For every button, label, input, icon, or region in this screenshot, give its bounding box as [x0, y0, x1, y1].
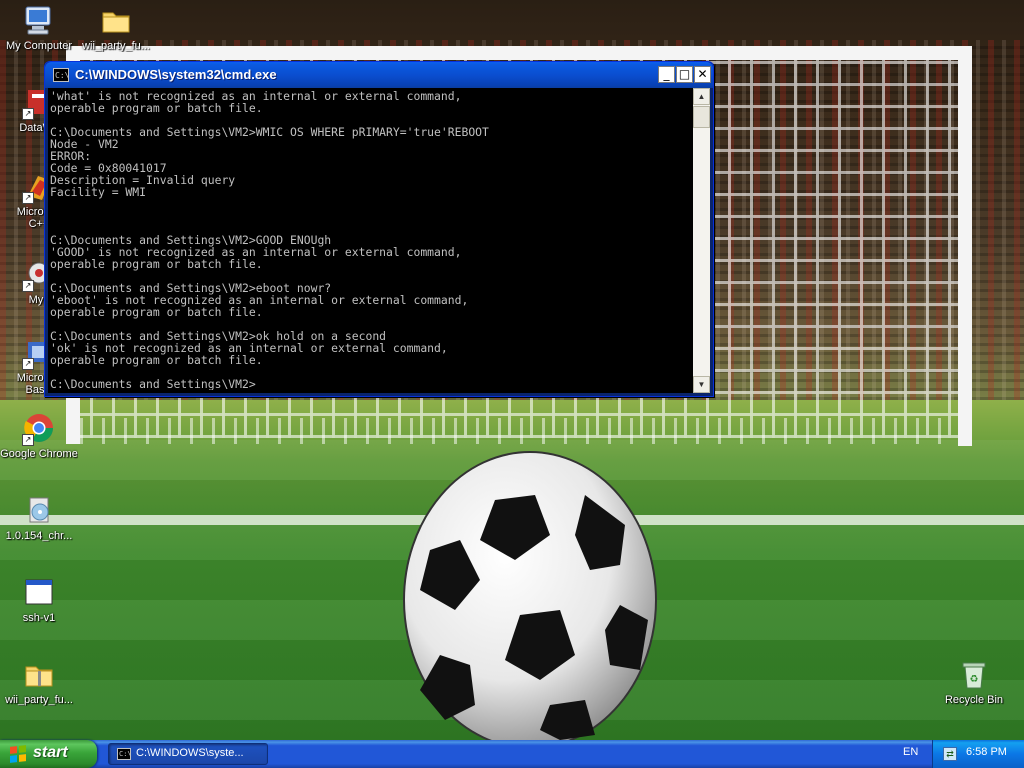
scroll-down-arrow-icon[interactable]: ▼	[693, 376, 710, 393]
installer-icon	[22, 494, 56, 528]
goal-crossbar	[66, 46, 972, 60]
start-button[interactable]: start	[0, 740, 97, 768]
console-line: operable program or batch file.	[50, 305, 263, 319]
desktop-icon-label: Google Chrome	[0, 448, 78, 460]
taskbar-item-cmd[interactable]: C:\ C:\WINDOWS\syste...	[108, 743, 268, 765]
desktop-icon-label: wii_party_fu...	[82, 40, 150, 52]
console-line: C:\Documents and Settings\VM2>WMIC OS WH…	[50, 125, 489, 139]
cmd-titlebar[interactable]: C:\ C:\WINDOWS\system32\cmd.exe _ □ ✕	[45, 62, 713, 88]
system-tray: ⇄ 6:58 PM	[932, 740, 1024, 768]
shortcut-arrow-icon: ↗	[22, 192, 34, 204]
computer-icon	[22, 4, 56, 38]
recycle-bin-icon: ♻	[957, 658, 991, 692]
vertical-scrollbar[interactable]: ▲ ▼	[693, 88, 710, 393]
network-icon[interactable]: ⇄	[943, 747, 957, 761]
cmd-icon: C:\	[53, 68, 69, 82]
soccer-ball	[403, 451, 657, 740]
maximize-button[interactable]: □	[676, 66, 693, 83]
desktop-icon-wii-party-zip[interactable]: wii_party_fu...	[0, 658, 78, 706]
console-line: Facility = WMI	[50, 185, 147, 199]
svg-text:♻: ♻	[970, 674, 979, 685]
start-label: start	[33, 744, 68, 761]
shortcut-arrow-icon: ↗	[22, 108, 34, 120]
console-line: operable program or batch file.	[50, 101, 263, 115]
desktop-icon-label: 1.0.154_chr...	[5, 530, 73, 542]
goal-post-right	[958, 48, 972, 446]
clock[interactable]: 6:58 PM	[966, 746, 1007, 758]
desktop-icon-label: ssh-v1	[22, 612, 56, 624]
taskbar-item-label: C:\WINDOWS\syste...	[136, 747, 244, 759]
shortcut-arrow-icon: ↗	[22, 434, 34, 446]
cmd-window[interactable]: C:\ C:\WINDOWS\system32\cmd.exe _ □ ✕ 'w…	[44, 61, 714, 397]
desktop-icon-ssh-v1[interactable]: ssh-v1	[0, 576, 78, 624]
cmd-window-title: C:\WINDOWS\system32\cmd.exe	[75, 67, 277, 82]
zip-folder-icon	[22, 658, 56, 692]
desktop-icon-recycle-bin[interactable]: ♻ Recycle Bin	[935, 658, 1013, 706]
desktop-icon-label: wii_party_fu...	[5, 694, 73, 706]
desktop-icon-my-computer[interactable]: My Computer	[0, 4, 78, 52]
console-line: C:\Documents and Settings\VM2>	[50, 377, 256, 390]
shortcut-arrow-icon: ↗	[22, 358, 34, 370]
chrome-icon: ↗	[22, 412, 56, 446]
cmd-console[interactable]: 'what' is not recognized as an internal …	[48, 88, 710, 393]
cmd-icon: C:\	[117, 748, 132, 760]
folder-icon	[99, 4, 133, 38]
desktop-icon-wii-party-folder[interactable]: wii_party_fu...	[77, 4, 155, 52]
desktop-icon-chrome-installer[interactable]: 1.0.154_chr...	[0, 494, 78, 542]
cmd-output[interactable]: 'what' is not recognized as an internal …	[50, 90, 688, 390]
scroll-up-arrow-icon[interactable]: ▲	[693, 88, 710, 105]
console-line: operable program or batch file.	[50, 353, 263, 367]
minimize-button[interactable]: _	[658, 66, 675, 83]
console-line: operable program or batch file.	[50, 257, 263, 271]
windows-logo-icon	[10, 745, 26, 763]
scrollbar-thumb[interactable]	[693, 106, 710, 128]
window-icon	[22, 576, 56, 610]
taskbar: start C:\ C:\WINDOWS\syste... EN ⇄ 6:58 …	[0, 740, 1024, 768]
console-line: Node - VM2	[50, 137, 119, 151]
desktop-icon-google-chrome[interactable]: ↗ Google Chrome	[0, 412, 78, 460]
language-indicator[interactable]: EN	[903, 746, 918, 758]
shortcut-arrow-icon: ↗	[22, 280, 34, 292]
desktop-icon-label: My Computer	[5, 40, 73, 52]
desktop-icon-label: Recycle Bin	[944, 694, 1004, 706]
close-button[interactable]: ✕	[694, 66, 711, 83]
